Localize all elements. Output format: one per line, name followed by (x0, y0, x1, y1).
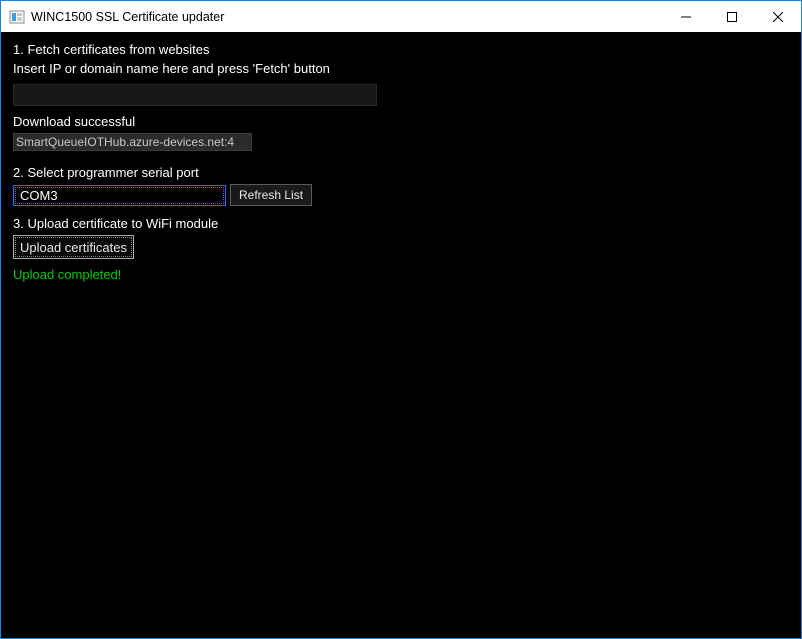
client-area: 1. Fetch certificates from websites Inse… (1, 32, 801, 638)
port-row: COM3 Refresh List (13, 184, 789, 206)
step1-hint: Insert IP or domain name here and press … (13, 61, 789, 76)
refresh-list-button[interactable]: Refresh List (230, 184, 312, 206)
maximize-button[interactable] (709, 1, 755, 32)
step3-heading: 3. Upload certificate to WiFi module (13, 216, 789, 231)
port-select[interactable]: COM3 (13, 185, 226, 206)
upload-certificates-button[interactable]: Upload certificates (13, 235, 134, 259)
app-icon (9, 9, 25, 25)
download-status: Download successful (13, 114, 789, 129)
step2-heading: 2. Select programmer serial port (13, 165, 789, 180)
window-controls (663, 1, 801, 32)
titlebar: WINC1500 SSL Certificate updater (1, 1, 801, 32)
upload-result: Upload completed! (13, 267, 789, 282)
step1-heading: 1. Fetch certificates from websites (13, 42, 789, 57)
app-window: WINC1500 SSL Certificate updater 1. Fetc… (0, 0, 802, 639)
certificate-list-item[interactable]: SmartQueueIOTHub.azure-devices.net:4 (13, 133, 252, 151)
domain-input[interactable] (13, 84, 377, 106)
window-title: WINC1500 SSL Certificate updater (31, 10, 663, 24)
minimize-button[interactable] (663, 1, 709, 32)
close-button[interactable] (755, 1, 801, 32)
